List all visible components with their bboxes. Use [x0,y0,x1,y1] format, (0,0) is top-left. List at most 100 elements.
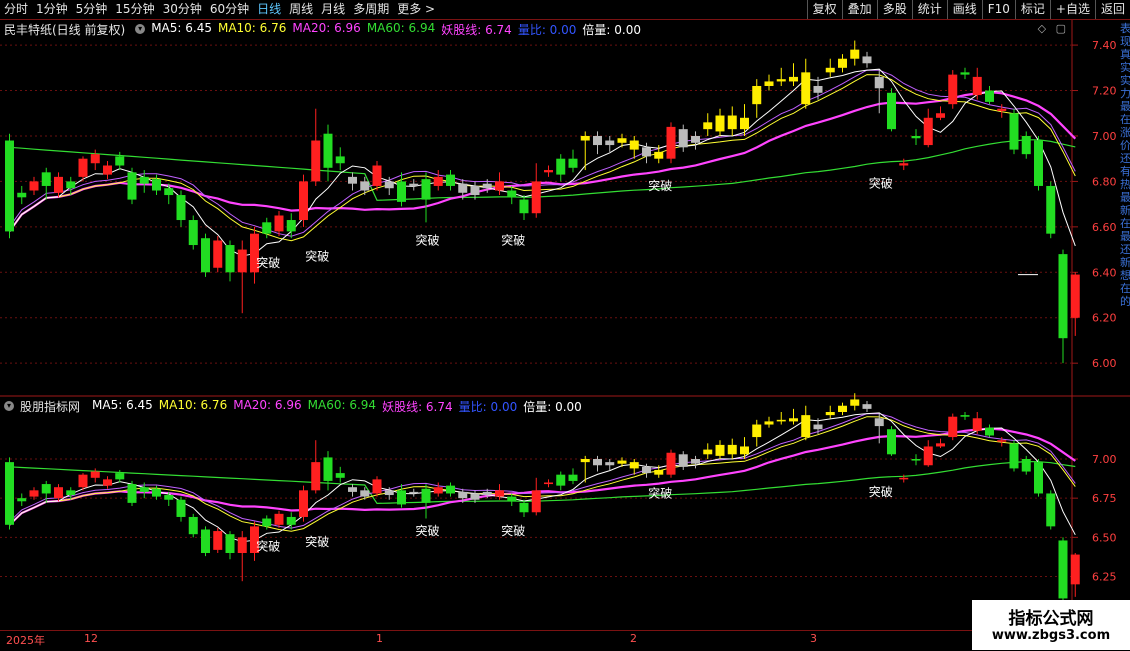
top-candle-body [115,156,125,166]
top-candle-body [923,117,933,146]
top-candle-body [850,49,860,59]
bottom-candle-body [274,513,284,525]
toolbar-button-8[interactable]: 返回 [1094,0,1130,19]
period-tab-1[interactable]: 1分钟 [32,0,72,19]
toolbar-button-5[interactable]: F10 [981,0,1015,19]
top-indicator-3: MA60: 6.94 [366,20,436,35]
toolbar-button-1[interactable]: 叠加 [841,0,877,19]
top-candle-body [335,156,345,164]
period-tab-8[interactable]: 月线 [317,0,349,19]
top-candle-body [507,190,517,198]
top-candle-body [29,181,39,191]
top-candle-body [580,135,590,141]
date-label-mar: 3 [810,632,817,645]
watermark-title: 指标公式网 [1008,609,1094,629]
top-candle-body [262,222,272,234]
period-tab-5[interactable]: 60分钟 [206,0,253,19]
top-candle-body [237,249,247,273]
top-signal-label: 突破 [305,248,329,263]
top-candle-body [458,183,468,193]
bottom-yaogu-line [9,413,1076,529]
bottom-candle-body [384,490,394,496]
bottom-signal-label: 突破 [305,534,329,549]
toolbar-button-4[interactable]: 画线 [946,0,982,19]
period-tab-10[interactable]: 更多 > [393,0,439,19]
top-candle-body [972,76,982,96]
period-tab-7[interactable]: 周线 [285,0,317,19]
bottom-candle-body [188,516,198,535]
toolbar-button-2[interactable]: 多股 [876,0,912,19]
bottom-indicator-1: MA10: 6.76 [158,397,228,412]
bottom-candle-body [617,460,627,464]
bottom-indicator-2: MA20: 6.96 [233,397,302,412]
toolbar-button-6[interactable]: 标记 [1014,0,1050,19]
bottom-candle-body [409,491,419,494]
toolbar-button-7[interactable]: +自选 [1049,0,1095,19]
bottom-candle-body [727,444,737,455]
period-tab-6[interactable]: 日线 [253,0,285,19]
bottom-panel-title: 股朋指标网 [20,399,81,414]
bottom-candle-body [507,496,517,502]
period-tab-2[interactable]: 5分钟 [72,0,112,19]
bottom-candle-body [715,444,725,456]
bottom-candle-body [887,429,896,455]
bottom-candle-body [629,462,639,469]
top-candle-body [556,158,566,175]
bottom-ma5-line [9,412,1076,543]
settings-circle-icon-2[interactable]: ▾ [4,401,14,411]
toolbar-button-3[interactable]: 统计 [911,0,947,19]
top-candle-body [813,85,823,93]
top-candle-body [384,181,394,189]
top-indicator-2: MA20: 6.96 [292,20,361,35]
top-candle-body [911,135,921,139]
toolbar-button-0[interactable]: 复权 [806,0,842,19]
top-candle-body [311,140,321,182]
bottom-candle-body [666,452,676,475]
bottom-tick-label: 6.25 [1092,571,1117,584]
bottom-candle-body [568,474,578,481]
bottom-candle-body [164,495,174,500]
bottom-candle-body [752,424,762,438]
bottom-candle-body [372,479,382,494]
top-candle-body [286,220,296,232]
period-tab-9[interactable]: 多周期 [349,0,393,19]
top-candle-body [1070,274,1080,318]
top-legend: 民丰特纸(日线 前复权) ▾ MA5: 6.45 MA10: 6.76 MA20: … [0,20,653,38]
top-candle-body [409,183,419,186]
bottom-candle-body [152,488,161,497]
bottom-candle-body [470,493,480,500]
period-tab-3[interactable]: 15分钟 [111,0,158,19]
bottom-candle-body [776,419,786,422]
top-candle-body [78,158,88,177]
bottom-candle-body [458,491,468,499]
bottom-signal-label: 突破 [256,539,280,554]
top-candle-body [789,76,798,82]
period-tab-0[interactable]: 分时 [0,0,32,19]
bottom-candle-body [213,531,223,550]
top-ma60-line [9,139,1076,201]
top-candle-body [164,188,174,196]
bottom-candle-body [899,477,909,480]
period-tab-4[interactable]: 30分钟 [159,0,206,19]
bottom-candle-body [1070,554,1080,585]
bottom-candle-body [54,487,63,499]
period-tabs: 分时 1分钟 5分钟 15分钟 30分钟 60分钟 日线 周线 月线 多周期 更多 > [0,0,439,19]
top-candle-body [825,67,835,73]
top-candle-body [433,176,443,186]
top-candle-body [482,183,492,189]
top-candle-body [1058,254,1068,339]
window-icon[interactable]: ▢ [1056,22,1066,35]
top-candle-body [703,122,713,130]
bottom-candle-body [29,490,39,497]
settings-circle-icon[interactable]: ▾ [135,24,146,34]
bottom-tick-label: 7.00 [1092,453,1117,466]
top-candle-body [629,140,639,150]
top-candle-body [544,170,553,173]
bottom-indicator-5: 量比: 0.00 [458,399,518,414]
top-candle-body [568,158,578,168]
bottom-candle-body [985,427,994,436]
bottom-candle-body [90,471,100,478]
top-candle-body [997,108,1007,111]
bottom-candle-body [495,490,504,497]
diamond-icon[interactable]: ◇ [1038,22,1046,35]
